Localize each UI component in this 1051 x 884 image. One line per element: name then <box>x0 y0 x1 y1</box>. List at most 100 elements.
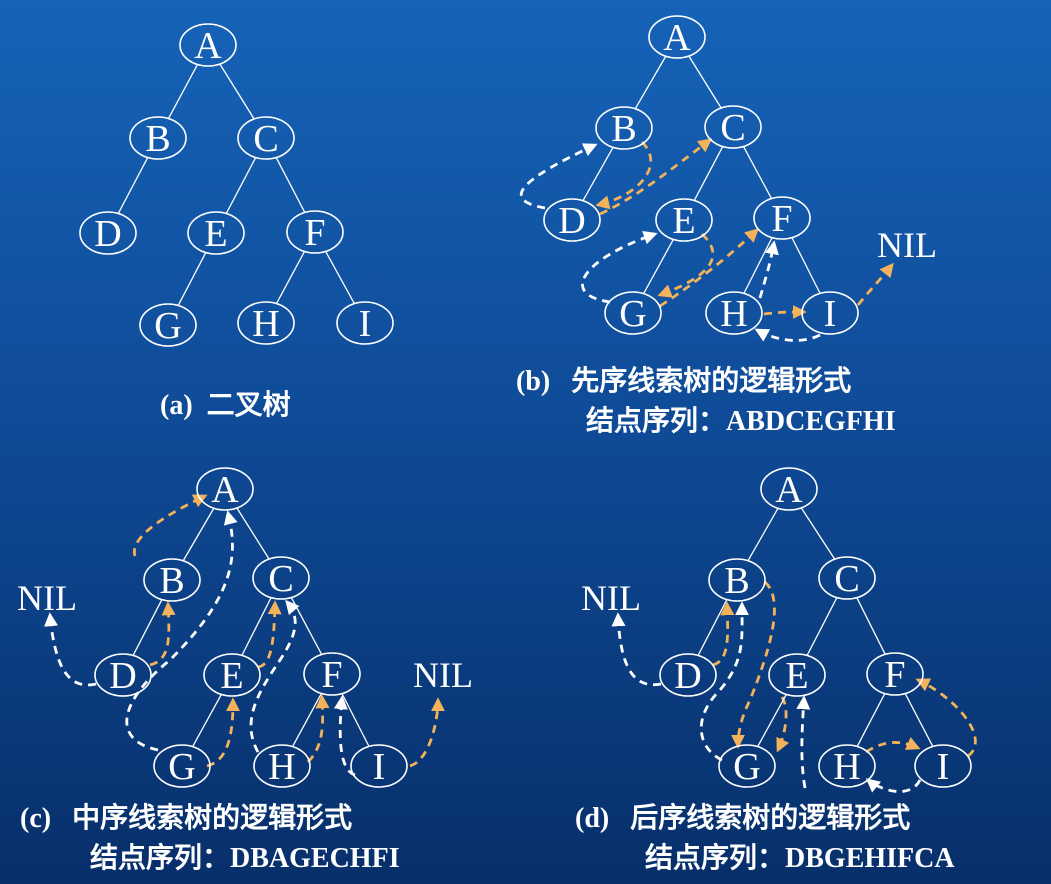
node-label: C <box>253 118 278 160</box>
node-label: B <box>159 560 184 602</box>
node-label: D <box>109 655 136 697</box>
caption-a-title: 二叉树 <box>206 390 291 421</box>
tree-node-c-f: F <box>303 652 361 696</box>
tree-node-a-f: F <box>286 210 344 254</box>
node-label: I <box>824 293 837 335</box>
tree-node-a-c: C <box>237 116 295 160</box>
node-label: G <box>154 305 181 347</box>
thread-b-e-to-g <box>657 232 715 298</box>
caption-b-sequence: ABDCEGFHI <box>726 406 896 437</box>
tree-node-c-b: B <box>143 558 201 602</box>
caption-d-tag: (d) <box>575 803 610 834</box>
node-label: F <box>321 654 342 696</box>
node-label: I <box>937 746 950 788</box>
node-label: D <box>94 213 121 255</box>
node-label: F <box>884 654 905 696</box>
tree-diagrams: A B C D E F G H I A B C D E F G H I NIL A B C D E F G H I NIL NIL A B C D… <box>17 15 977 793</box>
node-label: B <box>611 108 636 150</box>
caption-c-title: 中序线索树的逻辑形式 <box>72 803 353 834</box>
thread-c-i-to-nil <box>409 697 445 768</box>
thread-d-h-to-i <box>865 737 921 754</box>
tree-node-c-h: H <box>253 744 311 788</box>
edge-a-c-e <box>225 157 257 214</box>
thread-d-h-to-e <box>796 695 811 789</box>
node-label: G <box>168 746 195 788</box>
thread-d-i-to-h <box>865 778 922 793</box>
edge-a-f-h <box>275 251 306 304</box>
nil-label-c-2: NIL <box>413 655 473 695</box>
thread-b-h-to-i <box>763 305 807 320</box>
edge-c-a-c <box>236 507 270 560</box>
caption-c-line1: (c) 中序线索树的逻辑形式 <box>20 805 352 833</box>
edge-a-f-i <box>325 251 355 304</box>
tree-node-a-h: H <box>237 301 295 345</box>
edge-c-f-i <box>341 693 370 747</box>
edge-b-a-b <box>634 55 667 110</box>
tree-node-d-g: G <box>718 744 776 788</box>
node-label: I <box>373 746 386 788</box>
edge-b-c-f <box>742 146 773 199</box>
caption-b-tag: (b) <box>516 366 551 397</box>
tree-node-d-d: D <box>659 653 717 697</box>
edge-a-a-c <box>219 63 255 120</box>
tree-node-b-c: C <box>704 105 762 149</box>
node-label: F <box>771 198 792 240</box>
caption-d-seq-label: 结点序列： <box>645 843 786 874</box>
edge-d-f-h <box>856 693 886 747</box>
nil-label-b-1: NIL <box>877 225 937 265</box>
node-label: E <box>204 213 227 255</box>
thread-d-e-to-g <box>776 696 790 753</box>
edge-d-f-i <box>904 693 934 747</box>
tree-node-b-d: D <box>543 198 601 242</box>
thread-c-g-to-e <box>206 697 240 768</box>
tree-node-d-a: A <box>760 467 818 511</box>
node-label: H <box>252 303 279 345</box>
caption-b-line2: 结点序列：ABDCEGFHI <box>586 408 896 436</box>
caption-b-line1: (b) 先序线索树的逻辑形式 <box>516 368 851 396</box>
tree-node-d-h: H <box>818 744 876 788</box>
node-label: G <box>733 746 760 788</box>
node-label: H <box>833 746 860 788</box>
caption-d-line1: (d) 后序线索树的逻辑形式 <box>575 805 910 833</box>
tree-node-d-b: B <box>708 558 766 602</box>
caption-b-title: 先序线索树的逻辑形式 <box>571 366 852 397</box>
node-label: E <box>672 200 695 242</box>
edge-b-e-g <box>643 239 674 294</box>
tree-node-c-e: E <box>203 653 261 697</box>
node-label: H <box>720 293 747 335</box>
tree-node-c-c: C <box>252 556 310 600</box>
tree-node-c-i: I <box>350 744 408 788</box>
edge-c-e-g <box>192 694 222 747</box>
thread-b-b-to-d <box>595 141 653 210</box>
caption-a-tag: (a) <box>160 390 193 421</box>
node-label: C <box>268 558 293 600</box>
edge-a-b-d <box>117 157 149 214</box>
thread-c-i-to-f <box>333 695 356 777</box>
thread-d-d-to-nil <box>611 612 662 687</box>
nil-label-c-1: NIL <box>17 578 77 618</box>
edge-d-a-b <box>747 507 779 562</box>
edge-c-b-d <box>132 599 163 656</box>
caption-a: (a) 二叉树 <box>160 392 291 420</box>
thread-b-i-to-h <box>754 328 821 342</box>
thread-d-b-to-g <box>731 580 776 749</box>
caption-d-title: 后序线索树的逻辑形式 <box>630 803 911 834</box>
tree-node-a-a: A <box>179 23 237 67</box>
node-label: B <box>724 560 749 602</box>
edge-d-c-e <box>806 597 838 656</box>
nil-label-d-1: NIL <box>581 578 641 618</box>
edge-a-a-b <box>167 64 199 119</box>
edge-d-c-f <box>856 597 886 655</box>
node-label: A <box>775 469 803 511</box>
node-label: G <box>619 293 646 335</box>
thread-b-h-to-f <box>758 240 779 299</box>
edge-a-c-f <box>275 157 306 213</box>
threaded-binary-tree-figure: A B C D E F G H I A B C D E F G H I NIL A B C D E F G H I NIL NIL A B C D… <box>0 0 1051 884</box>
tree-node-a-g: G <box>139 303 197 347</box>
tree-node-b-a: A <box>648 15 706 59</box>
tree-node-b-f: F <box>753 196 811 240</box>
tree-node-d-i: I <box>914 744 972 788</box>
tree-node-b-b: B <box>595 106 653 150</box>
node-label: E <box>785 655 808 697</box>
tree-node-c-g: G <box>153 744 211 788</box>
